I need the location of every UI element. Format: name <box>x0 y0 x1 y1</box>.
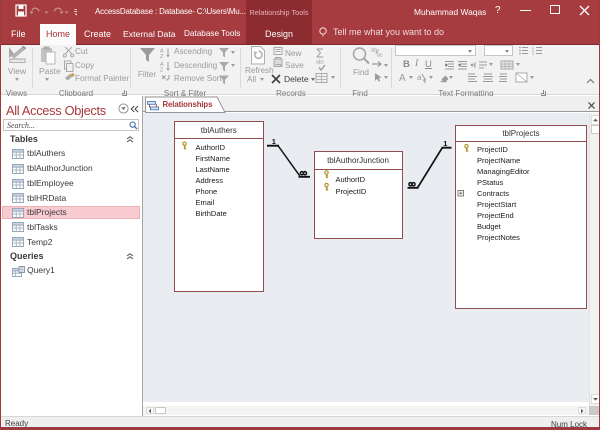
svg-text:Σ: Σ <box>316 47 324 61</box>
svg-text:Z: Z <box>160 54 164 60</box>
svg-text:1: 1 <box>443 139 447 148</box>
svg-text:Z: Z <box>160 68 164 74</box>
svg-text:A: A <box>399 73 406 84</box>
svg-text:A: A <box>160 62 164 68</box>
svg-text:a: a <box>417 73 422 82</box>
svg-text:ac: ac <box>377 53 383 59</box>
svg-text:3: 3 <box>532 52 534 55</box>
svg-text:abc: abc <box>316 60 325 66</box>
svg-text:1: 1 <box>272 137 276 146</box>
